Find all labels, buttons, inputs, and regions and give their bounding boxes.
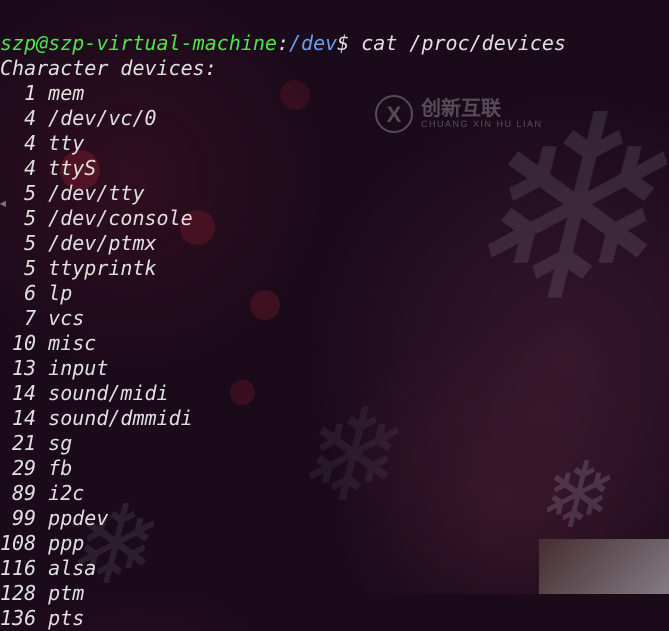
- prompt-path: /dev: [289, 31, 337, 55]
- device-major-number: 4: [0, 131, 36, 156]
- device-row: 14 sound/dmmidi: [0, 406, 193, 430]
- device-row: 5 /dev/console: [0, 206, 193, 230]
- device-name: misc: [48, 331, 96, 355]
- device-name: ttyprintk: [48, 256, 156, 280]
- device-row: 4 tty: [0, 131, 84, 155]
- device-row: 14 sound/midi: [0, 381, 169, 405]
- device-name: pts: [48, 606, 84, 630]
- device-row: 29 fb: [0, 456, 72, 480]
- device-name: /dev/tty: [48, 181, 144, 205]
- device-major-number: 10: [0, 331, 36, 356]
- device-row: 116 alsa: [0, 556, 96, 580]
- device-major-number: 5: [0, 256, 36, 281]
- device-name: ppp: [48, 531, 84, 555]
- device-row: 108 ppp: [0, 531, 84, 555]
- device-major-number: 108: [0, 531, 36, 556]
- device-name: sound/dmmidi: [48, 406, 193, 430]
- device-major-number: 99: [0, 506, 36, 531]
- device-major-number: 14: [0, 406, 36, 431]
- device-row: 89 i2c: [0, 481, 84, 505]
- device-name: /dev/console: [48, 206, 193, 230]
- device-row: 4 ttyS: [0, 156, 96, 180]
- device-major-number: 29: [0, 456, 36, 481]
- device-major-number: 13: [0, 356, 36, 381]
- prompt-dollar: $: [337, 31, 349, 55]
- device-name: mem: [48, 81, 84, 105]
- device-name: i2c: [48, 481, 84, 505]
- device-row: 6 lp: [0, 281, 72, 305]
- device-major-number: 116: [0, 556, 36, 581]
- prompt-user: szp@szp-virtual-machine: [0, 31, 277, 55]
- device-name: ppdev: [48, 506, 108, 530]
- device-name: vcs: [48, 306, 84, 330]
- left-arrow-icon: ◂: [0, 190, 8, 215]
- device-row: 7 vcs: [0, 306, 84, 330]
- device-name: fb: [48, 456, 72, 480]
- device-major-number: 1: [0, 81, 36, 106]
- device-name: ptm: [48, 581, 84, 605]
- device-name: /dev/ptmx: [48, 231, 156, 255]
- output-header: Character devices:: [0, 56, 217, 80]
- device-row: 10 misc: [0, 331, 96, 355]
- device-major-number: 4: [0, 106, 36, 131]
- device-row: 5 /dev/ptmx: [0, 231, 157, 255]
- device-row: 5 ttyprintk: [0, 256, 157, 280]
- device-row: 128 ptm: [0, 581, 84, 605]
- device-row: 13 input: [0, 356, 108, 380]
- device-name: ttyS: [48, 156, 96, 180]
- terminal-output[interactable]: szp@szp-virtual-machine:/dev$ cat /proc/…: [0, 0, 669, 631]
- device-row: 136 pts: [0, 606, 84, 630]
- prompt-colon: :: [277, 31, 289, 55]
- device-major-number: 7: [0, 306, 36, 331]
- device-major-number: 21: [0, 431, 36, 456]
- device-name: lp: [48, 281, 72, 305]
- device-row: 4 /dev/vc/0: [0, 106, 157, 130]
- device-major-number: 14: [0, 381, 36, 406]
- device-major-number: 6: [0, 281, 36, 306]
- device-major-number: 136: [0, 606, 36, 631]
- device-name: alsa: [48, 556, 96, 580]
- device-list: 1 mem 4 /dev/vc/0 4 tty 4 ttyS 5 /dev/tt…: [0, 81, 669, 631]
- device-name: input: [48, 356, 108, 380]
- device-row: 99 ppdev: [0, 506, 108, 530]
- device-major-number: 4: [0, 156, 36, 181]
- device-name: tty: [48, 131, 84, 155]
- device-row: 1 mem: [0, 81, 84, 105]
- device-name: sg: [48, 431, 72, 455]
- command-text: cat /proc/devices: [361, 31, 566, 55]
- device-row: 5 /dev/tty: [0, 181, 144, 205]
- prompt-line: szp@szp-virtual-machine:/dev$ cat /proc/…: [0, 31, 566, 55]
- device-major-number: 89: [0, 481, 36, 506]
- device-name: /dev/vc/0: [48, 106, 156, 130]
- device-major-number: 5: [0, 231, 36, 256]
- device-name: sound/midi: [48, 381, 168, 405]
- device-row: 21 sg: [0, 431, 72, 455]
